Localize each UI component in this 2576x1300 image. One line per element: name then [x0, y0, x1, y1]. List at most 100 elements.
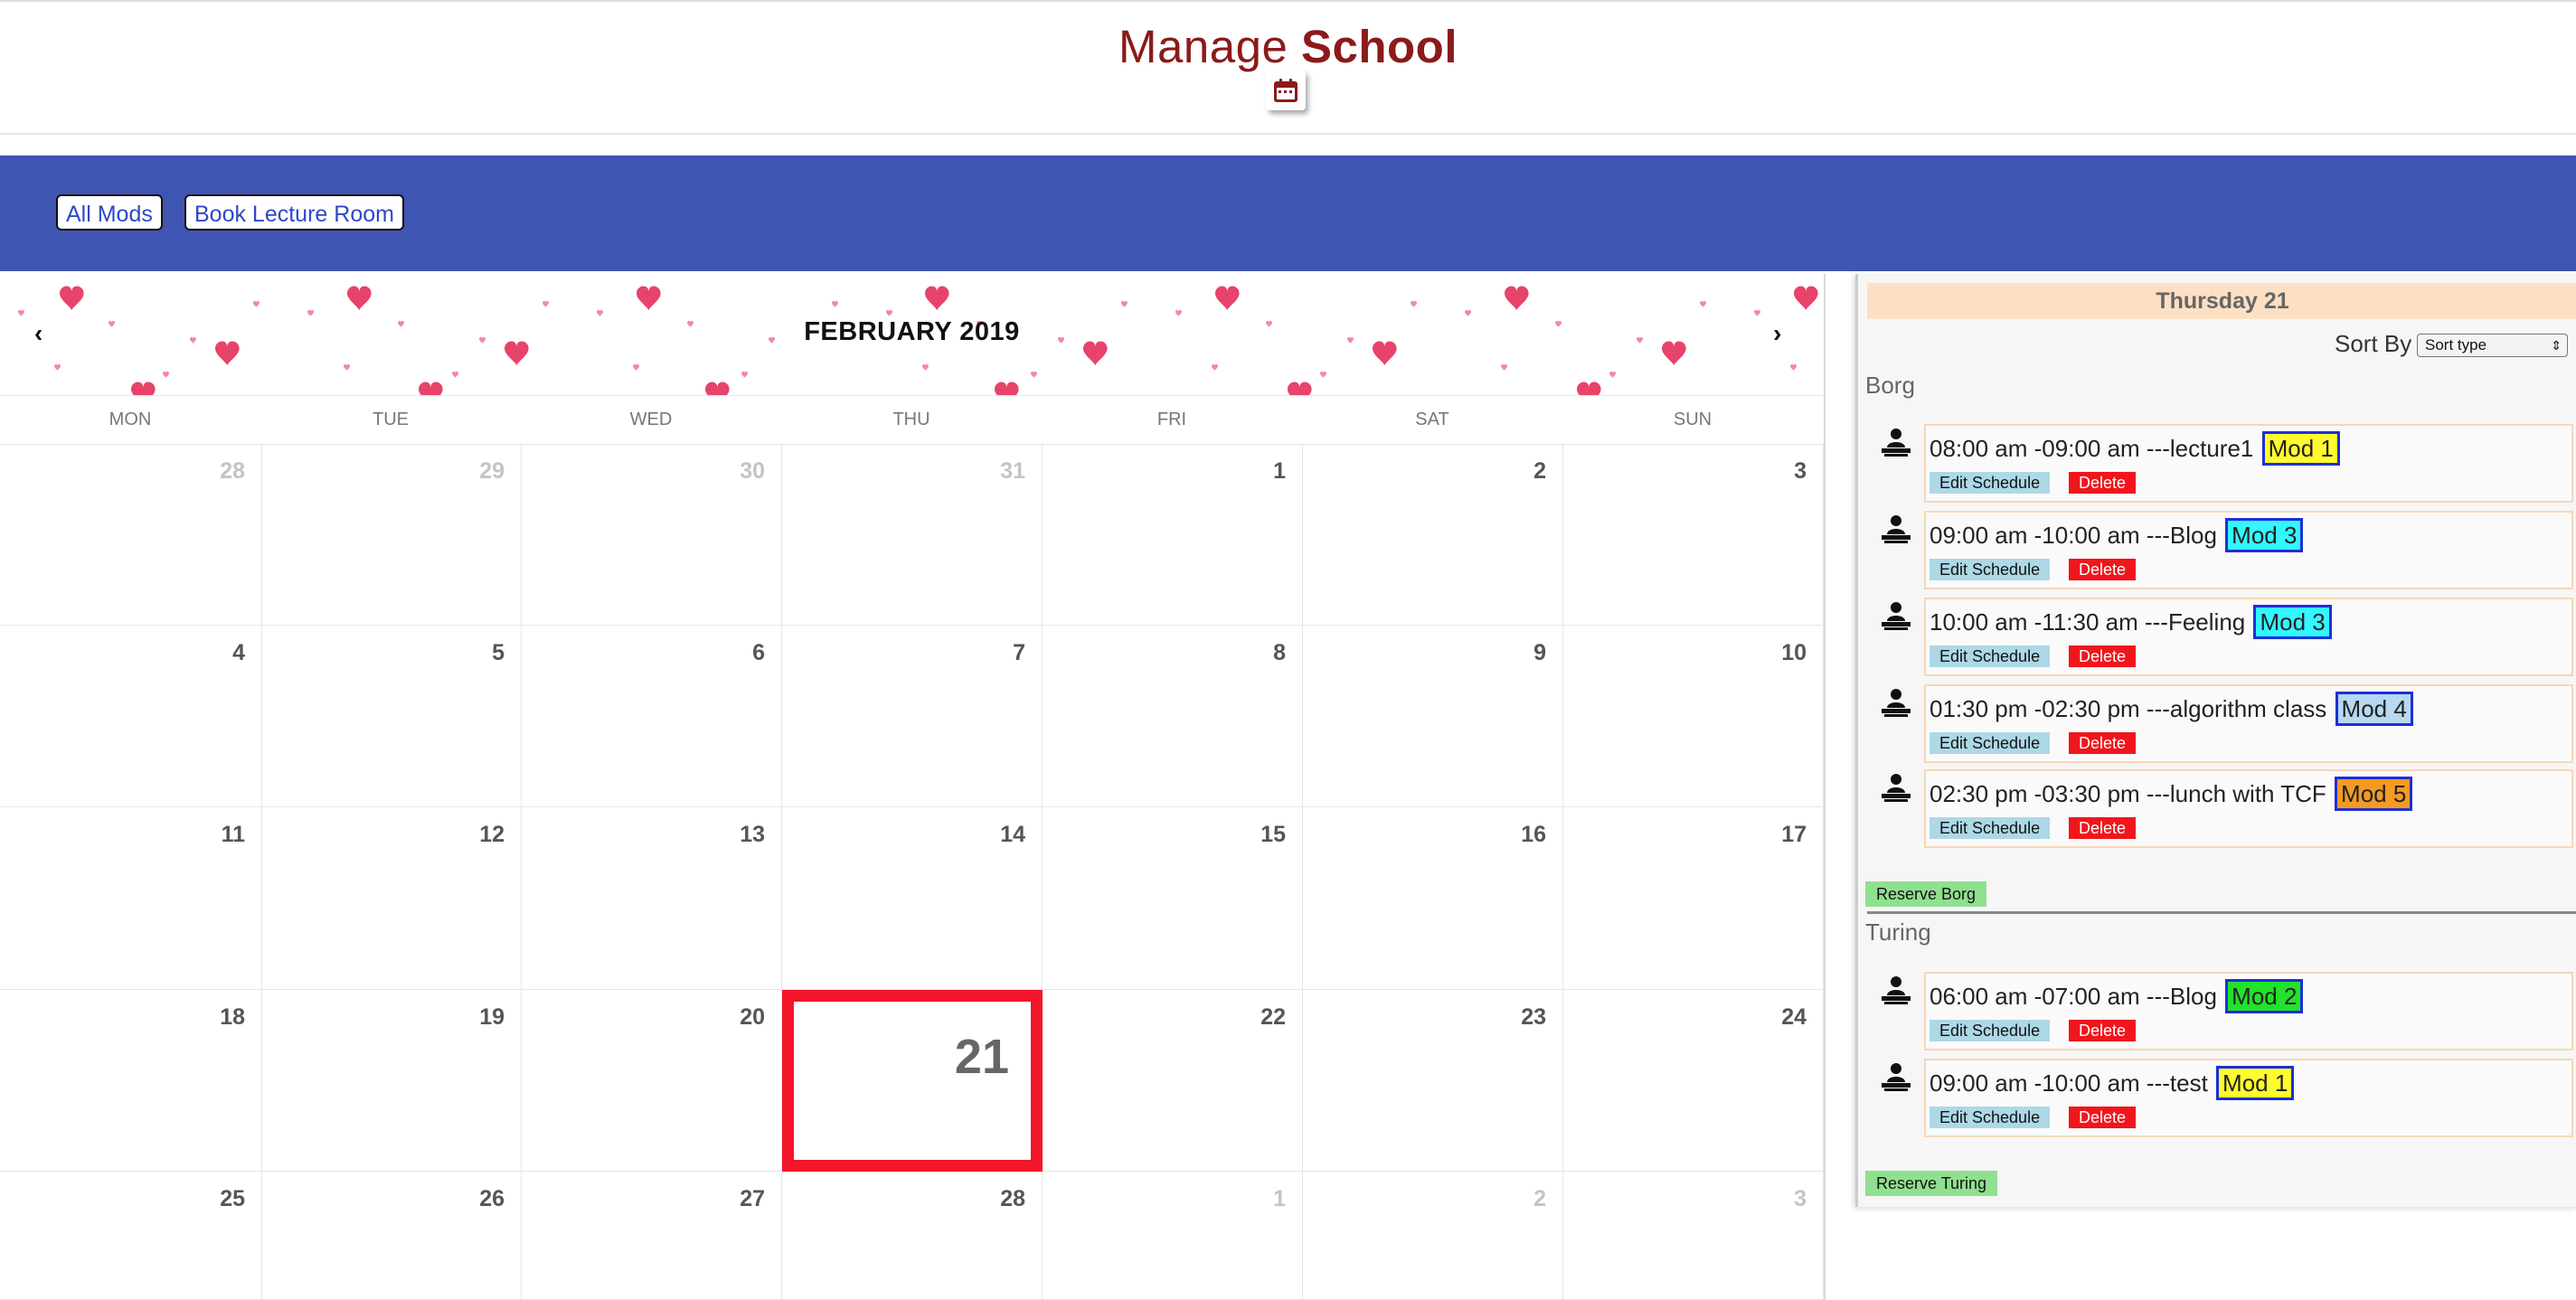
- reserve-room-button[interactable]: Reserve Turing: [1865, 1171, 1998, 1196]
- schedule-text: 10:00 am -11:30 am ---Feeling Mod 3: [1930, 605, 2332, 639]
- day-cell[interactable]: 15: [1043, 807, 1303, 990]
- schedule-item: 06:00 am -07:00 am ---Blog Mod 2 Edit Sch…: [1924, 972, 2573, 1050]
- day-cell[interactable]: 26: [262, 1172, 522, 1300]
- delete-schedule-button[interactable]: Delete: [2069, 472, 2137, 494]
- day-cell[interactable]: 10: [1563, 626, 1824, 807]
- day-cell[interactable]: 20: [522, 990, 782, 1172]
- day-cell[interactable]: 29: [262, 444, 522, 626]
- day-number: 3: [1794, 458, 1807, 484]
- schedule-text: 02:30 pm -03:30 pm ---lunch with TCF Mod…: [1930, 777, 2413, 811]
- day-cell[interactable]: 17: [1563, 807, 1824, 990]
- edit-schedule-button[interactable]: Edit Schedule: [1930, 817, 2051, 839]
- heart-decoration: [1212, 363, 1218, 371]
- lecturer-icon: [1880, 1062, 1912, 1093]
- delete-schedule-button[interactable]: Delete: [2069, 1107, 2137, 1128]
- day-cell[interactable]: 23: [1303, 990, 1563, 1172]
- day-cell[interactable]: 28: [0, 444, 262, 626]
- day-cell[interactable]: 1: [1043, 1172, 1303, 1300]
- day-cell[interactable]: 27: [522, 1172, 782, 1300]
- day-number: 3: [1794, 1186, 1807, 1211]
- day-cell[interactable]: 3: [1563, 444, 1824, 626]
- day-cell[interactable]: 1: [1043, 444, 1303, 626]
- book-lecture-room-button[interactable]: Book Lecture Room: [184, 194, 404, 231]
- heart-decoration: [1577, 382, 1601, 395]
- day-cell[interactable]: 8: [1043, 626, 1303, 807]
- mod-badge: Mod 4: [2335, 692, 2413, 726]
- sort-type-select[interactable]: Sort type ⇕: [2417, 334, 2568, 357]
- day-cell[interactable]: 3: [1563, 1172, 1824, 1300]
- day-cell[interactable]: 28: [782, 1172, 1043, 1300]
- heart-decoration: [886, 309, 892, 316]
- delete-schedule-button[interactable]: Delete: [2069, 817, 2137, 839]
- weekday-label: SAT: [1415, 410, 1449, 429]
- next-month-icon[interactable]: ›: [1773, 319, 1781, 348]
- day-cell[interactable]: 12: [262, 807, 522, 990]
- day-cell[interactable]: 30: [522, 444, 782, 626]
- schedule-item: 09:00 am -10:00 am ---Blog Mod 3 Edit Sch…: [1924, 511, 2573, 589]
- edit-schedule-button[interactable]: Edit Schedule: [1930, 1107, 2051, 1128]
- day-number: 19: [479, 1004, 505, 1030]
- delete-schedule-button[interactable]: Delete: [2069, 732, 2137, 754]
- day-number: 7: [1013, 640, 1025, 665]
- schedule-time-title: 08:00 am -09:00 am ---lecture1: [1930, 435, 2254, 462]
- day-number: 6: [752, 640, 765, 665]
- edit-schedule-button[interactable]: Edit Schedule: [1930, 1020, 2051, 1041]
- edit-schedule-button[interactable]: Edit Schedule: [1930, 472, 2051, 494]
- mod-badge: Mod 1: [2261, 431, 2340, 466]
- heart-decoration: [1794, 286, 1818, 311]
- mod-badge: Mod 3: [2253, 605, 2332, 639]
- day-cell[interactable]: 14: [782, 807, 1043, 990]
- heart-decoration: [1609, 371, 1616, 378]
- reserve-room-button[interactable]: Reserve Borg: [1865, 881, 1987, 907]
- schedule-item: 10:00 am -11:30 am ---Feeling Mod 3 Edit …: [1924, 598, 2573, 676]
- heart-decoration: [1465, 309, 1471, 316]
- day-cell[interactable]: 9: [1303, 626, 1563, 807]
- day-number: 28: [220, 458, 245, 484]
- day-cell[interactable]: 24: [1563, 990, 1824, 1172]
- lecturer-icon: [1880, 773, 1912, 804]
- day-cell[interactable]: 16: [1303, 807, 1563, 990]
- day-cell[interactable]: 31: [782, 444, 1043, 626]
- day-cell[interactable]: 25: [0, 1172, 262, 1300]
- day-cell[interactable]: 5: [262, 626, 522, 807]
- lecturer-icon: [1880, 428, 1912, 458]
- day-cell[interactable]: 6: [522, 626, 782, 807]
- day-cell[interactable]: 18: [0, 990, 262, 1172]
- heart-decoration: [163, 371, 169, 378]
- heart-decoration: [307, 309, 314, 316]
- delete-schedule-button[interactable]: Delete: [2069, 1020, 2137, 1041]
- day-cell[interactable]: 11: [0, 807, 262, 990]
- day-cell[interactable]: 4: [0, 626, 262, 807]
- heart-decoration: [344, 363, 350, 371]
- edit-schedule-button[interactable]: Edit Schedule: [1930, 645, 2051, 667]
- heart-decoration: [633, 363, 639, 371]
- day-cell[interactable]: 19: [262, 990, 522, 1172]
- all-mods-button[interactable]: All Mods: [56, 194, 163, 231]
- weekday-label: SUN: [1673, 410, 1713, 429]
- day-number: 22: [1260, 1004, 1286, 1030]
- sort-by-label: Sort By: [2335, 330, 2412, 357]
- delete-schedule-button[interactable]: Delete: [2069, 645, 2137, 667]
- month-title: FEBRUARY 2019: [804, 317, 1020, 346]
- day-cell[interactable]: 2: [1303, 1172, 1563, 1300]
- app-title: Manage School: [0, 20, 2576, 73]
- day-number: 27: [740, 1186, 765, 1211]
- day-cell[interactable]: 22: [1043, 990, 1303, 1172]
- edit-schedule-button[interactable]: Edit Schedule: [1930, 559, 2051, 580]
- day-number: 13: [740, 822, 765, 847]
- delete-schedule-button[interactable]: Delete: [2069, 559, 2137, 580]
- schedule-text: 09:00 am -10:00 am ---test Mod 1: [1930, 1066, 2295, 1100]
- selected-day-cell[interactable]: 21: [782, 990, 1043, 1172]
- heart-decoration: [1320, 371, 1326, 378]
- heart-decoration: [543, 300, 549, 307]
- calendar-logo-icon: [1266, 71, 1306, 110]
- day-cell[interactable]: 13: [522, 807, 782, 990]
- room-divider: [1867, 911, 2576, 914]
- day-number: 20: [740, 1004, 765, 1030]
- edit-schedule-button[interactable]: Edit Schedule: [1930, 732, 2051, 754]
- day-cell[interactable]: 7: [782, 626, 1043, 807]
- schedule-time-title: 06:00 am -07:00 am ---Blog: [1930, 983, 2217, 1010]
- day-cell[interactable]: 2: [1303, 444, 1563, 626]
- heart-decoration: [452, 371, 458, 378]
- heart-decoration: [131, 382, 156, 395]
